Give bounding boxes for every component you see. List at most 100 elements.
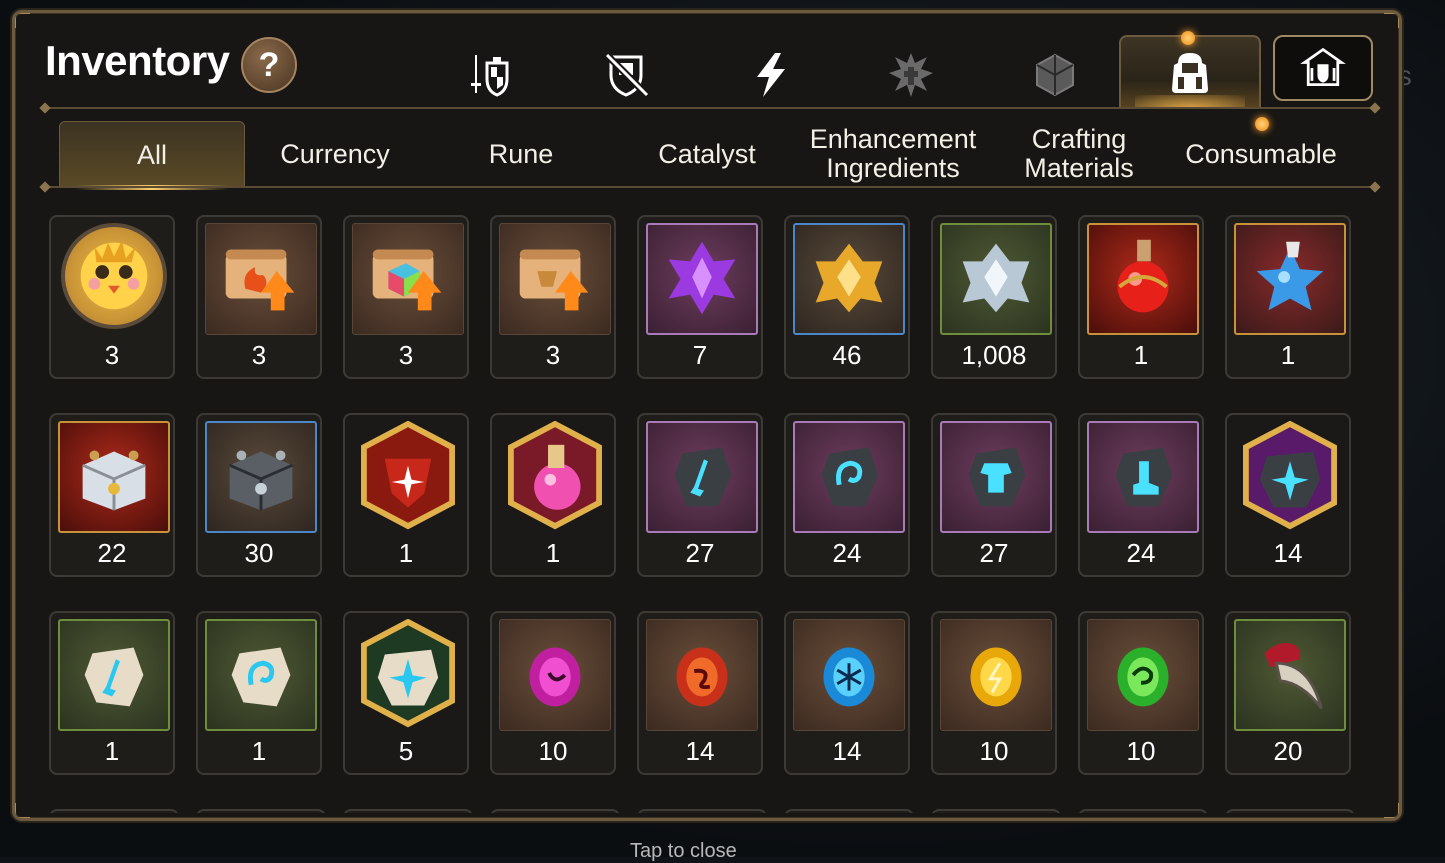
inventory-item-slot[interactable]: 1 [490, 413, 616, 577]
inventory-item-slot[interactable]: 1 [196, 611, 322, 775]
inventory-item-slot[interactable]: 3 [490, 215, 616, 379]
fire-scroll-icon [212, 228, 310, 331]
inventory-item-slot-partial[interactable] [343, 809, 473, 813]
item-count: 5 [398, 736, 414, 766]
pink-potion-icon [499, 421, 611, 533]
sword-shield-icon [471, 55, 509, 97]
inventory-item-slot[interactable]: 22 [49, 413, 175, 577]
blue-star-potion-icon [1241, 228, 1339, 331]
inventory-item-slot-partial[interactable] [1225, 809, 1355, 813]
wind-gem-icon [1094, 624, 1192, 727]
item-frame [205, 421, 317, 533]
inventory-item-slot[interactable]: 1 [1078, 215, 1204, 379]
boot-rune-stone-icon [1094, 426, 1192, 529]
tab-all[interactable]: All [59, 121, 245, 190]
item-count: 27 [685, 538, 715, 568]
guild-button[interactable] [1273, 35, 1373, 101]
top-tab-bar [15, 35, 1399, 111]
item-frame [1087, 619, 1199, 731]
inventory-item-slot-partial[interactable] [196, 809, 326, 813]
item-count: 1 [398, 538, 414, 568]
inventory-item-slot-partial[interactable] [49, 809, 179, 813]
inventory-item-slot[interactable]: 5 [343, 611, 469, 775]
inventory-item-slot-partial[interactable] [490, 809, 620, 813]
inventory-item-slot[interactable]: 1 [49, 611, 175, 775]
item-frame [499, 421, 611, 533]
item-frame [499, 619, 611, 731]
inventory-item-slot[interactable]: 14 [784, 611, 910, 775]
item-frame [1234, 619, 1346, 731]
inventory-item-slot[interactable]: 24 [784, 413, 910, 577]
silver-chest-icon [65, 426, 163, 529]
panel-corner-ornament [1384, 13, 1399, 28]
inventory-item-slot[interactable]: 46 [784, 215, 910, 379]
inventory-item-slot[interactable]: 1 [343, 413, 469, 577]
item-frame [646, 619, 758, 731]
inventory-item-slot[interactable]: 27 [931, 413, 1057, 577]
inventory-item-slot[interactable]: 24 [1078, 413, 1204, 577]
tab-catalyst[interactable]: Catalyst [615, 121, 799, 187]
item-count: 22 [97, 538, 127, 568]
item-count: 7 [692, 340, 708, 370]
inventory-item-slot[interactable]: 14 [1225, 413, 1351, 577]
inventory-item-slot-partial[interactable] [784, 809, 914, 813]
inventory-item-slot[interactable]: 10 [1078, 611, 1204, 775]
inventory-item-slot[interactable]: 7 [637, 215, 763, 379]
tab-disabled-gear[interactable] [587, 39, 667, 111]
backpack-icon [1172, 53, 1208, 93]
tab-rune[interactable]: Rune [429, 121, 613, 187]
inventory-item-slot-partial[interactable] [1078, 809, 1208, 813]
tab-artifact[interactable] [871, 39, 951, 111]
item-count: 1 [251, 736, 267, 766]
inventory-item-slot[interactable]: 1,008 [931, 215, 1057, 379]
dark-chest-icon [212, 426, 310, 529]
inventory-item-slot[interactable]: 3 [196, 215, 322, 379]
item-count: 27 [979, 538, 1009, 568]
item-count: 10 [538, 736, 568, 766]
inventory-item-slot[interactable]: 20 [1225, 611, 1351, 775]
item-count: 10 [1126, 736, 1156, 766]
tab-currency[interactable]: Currency [243, 121, 427, 187]
item-frame [1234, 223, 1346, 335]
panel-corner-ornament [1384, 803, 1399, 818]
tab-crafting-materials[interactable]: Crafting Materials [987, 121, 1171, 187]
tab-skills[interactable] [731, 39, 811, 111]
inventory-item-slot-partial[interactable] [931, 809, 1061, 813]
inventory-item-slot[interactable]: 3 [343, 215, 469, 379]
rainbow-scroll-icon [359, 228, 457, 331]
tab-consumable[interactable]: Consumable [1169, 121, 1353, 187]
inventory-item-slot[interactable]: 3 [49, 215, 175, 379]
armor-rune-stone-icon [947, 426, 1045, 529]
item-count: 3 [398, 340, 414, 370]
item-count: 20 [1273, 736, 1303, 766]
item-count: 10 [979, 736, 1009, 766]
inventory-item-slot[interactable]: 14 [637, 611, 763, 775]
tab-equipment[interactable] [449, 39, 529, 111]
inventory-item-slot[interactable]: 1 [1225, 215, 1351, 379]
tab-cube[interactable] [1015, 39, 1095, 111]
inventory-item-slot-partial[interactable] [637, 809, 767, 813]
item-count: 3 [104, 340, 120, 370]
item-frame [793, 421, 905, 533]
light-gem-icon [947, 624, 1045, 727]
item-frame [646, 223, 758, 335]
inventory-item-slot[interactable]: 27 [637, 413, 763, 577]
cube-icon [1036, 53, 1074, 97]
red-rune-icon [352, 421, 464, 533]
inventory-item-slot[interactable]: 30 [196, 413, 322, 577]
ice-gem-icon [800, 624, 898, 727]
item-frame [205, 223, 317, 335]
tap-to-close-hint[interactable]: Tap to close [630, 840, 737, 863]
magenta-gem-icon [506, 624, 604, 727]
inventory-item-slot[interactable]: 10 [490, 611, 616, 775]
item-count: 1 [104, 736, 120, 766]
panel-corner-ornament [15, 803, 30, 818]
tab-enhancement-ingredients[interactable]: Enhancement Ingredients [801, 121, 985, 187]
item-count: 24 [1126, 538, 1156, 568]
item-frame [1234, 421, 1346, 533]
item-frame [1087, 421, 1199, 533]
item-count: 1 [1280, 340, 1296, 370]
inventory-item-slot[interactable]: 10 [931, 611, 1057, 775]
tab-inventory[interactable] [1119, 35, 1261, 109]
item-frame [499, 223, 611, 335]
